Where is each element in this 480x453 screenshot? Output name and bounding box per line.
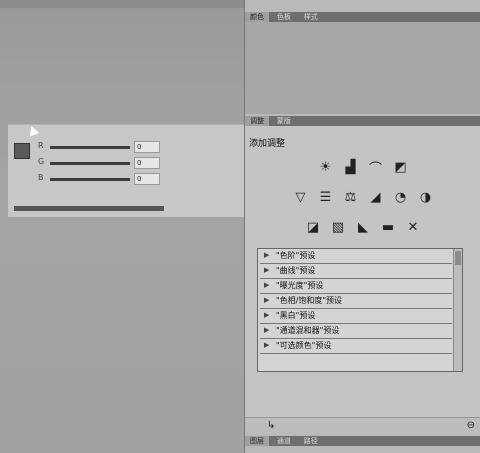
preset-scrollbar[interactable] xyxy=(453,249,462,371)
tab-masks[interactable]: 蒙版 xyxy=(272,116,296,126)
tab-adjustments[interactable]: 调整 xyxy=(245,116,269,126)
slider-b[interactable]: B 0 xyxy=(38,173,160,185)
color-balance-icon[interactable]: ⚖ xyxy=(342,190,359,205)
curves-icon[interactable]: ⌒ xyxy=(367,160,384,177)
preset-item-exposure[interactable]: ▶ "曝光度"预设 xyxy=(260,279,452,294)
vibrance-icon[interactable]: ▽ xyxy=(292,190,309,205)
threshold-icon[interactable]: ◣ xyxy=(355,220,372,235)
tab-styles[interactable]: 样式 xyxy=(299,12,323,22)
return-to-list-icon[interactable]: ↳ xyxy=(267,420,275,431)
slider-g[interactable]: G 0 xyxy=(38,157,160,169)
preset-item-curves[interactable]: ▶ "曲线"预设 xyxy=(260,264,452,279)
preset-label: "通道混和器"预设 xyxy=(276,326,340,335)
preset-label: "色阶"预设 xyxy=(276,251,316,260)
expand-arrow-icon[interactable]: ▶ xyxy=(264,341,269,349)
preset-label: "曲线"预设 xyxy=(276,266,316,275)
preset-item-levels[interactable]: ▶ "色阶"预设 xyxy=(260,249,452,264)
top-panel-tabbar: 颜色 色板 样式 xyxy=(245,12,480,22)
invert-icon[interactable]: ◪ xyxy=(305,220,322,235)
slider-r-track[interactable] xyxy=(50,146,130,149)
delete-icon[interactable]: ⊖ xyxy=(467,420,475,431)
selective-color-icon[interactable]: ✕ xyxy=(405,220,422,235)
expand-arrow-icon[interactable]: ▶ xyxy=(264,296,269,304)
workspace-canvas: R 0 G 0 B 0 xyxy=(0,0,244,453)
tab-paths[interactable]: 路径 xyxy=(299,436,323,446)
right-panel-column: 颜色 色板 样式 调整 蒙版 添加调整 ☀ ▟ ⌒ ◩ ▽ ☰ ⚖ ◢ ◔ ◑ … xyxy=(244,0,480,453)
channel-mixer-icon[interactable]: ◑ xyxy=(417,190,434,205)
color-panel: R 0 G 0 B 0 xyxy=(8,124,244,217)
exposure-icon[interactable]: ◩ xyxy=(392,160,409,175)
posterize-icon[interactable]: ▧ xyxy=(330,220,347,235)
hue-saturation-icon[interactable]: ☰ xyxy=(317,190,334,205)
adjustments-title: 添加调整 xyxy=(249,139,286,149)
slider-r[interactable]: R 0 xyxy=(38,141,160,153)
black-white-icon[interactable]: ◢ xyxy=(367,190,384,205)
expand-arrow-icon[interactable]: ▶ xyxy=(264,281,269,289)
photo-filter-icon[interactable]: ◔ xyxy=(392,190,409,205)
preset-item-black-white[interactable]: ▶ "黑白"预设 xyxy=(260,309,452,324)
expand-arrow-icon[interactable]: ▶ xyxy=(264,326,269,334)
preset-list: ▶ "色阶"预设 ▶ "曲线"预设 ▶ "曝光度"预设 ▶ "色相/饱和度"预设… xyxy=(257,248,463,372)
expand-arrow-icon[interactable]: ▶ xyxy=(264,311,269,319)
adjustments-tabbar: 调整 蒙版 xyxy=(245,116,480,126)
adjustment-icon-row-1: ☀ ▟ ⌒ ◩ xyxy=(245,160,480,177)
preset-item-channel-mixer[interactable]: ▶ "通道混和器"预设 xyxy=(260,324,452,339)
slider-r-value[interactable]: 0 xyxy=(134,141,160,153)
adjustments-panel: 添加调整 ☀ ▟ ⌒ ◩ ▽ ☰ ⚖ ◢ ◔ ◑ ◪ ▧ ◣ ▬ ✕ ▶ "色阶… xyxy=(245,126,480,434)
levels-icon[interactable]: ▟ xyxy=(342,160,359,175)
top-panel-body xyxy=(245,22,480,114)
brightness-contrast-icon[interactable]: ☀ xyxy=(317,160,334,175)
gradient-map-icon[interactable]: ▬ xyxy=(380,220,397,235)
expand-arrow-icon[interactable]: ▶ xyxy=(264,266,269,274)
scrollbar-thumb[interactable] xyxy=(455,251,461,265)
slider-g-track[interactable] xyxy=(50,162,130,165)
slider-b-label: B xyxy=(38,173,44,182)
color-spectrum-bar[interactable] xyxy=(14,206,164,211)
preset-label: "色相/饱和度"预设 xyxy=(276,296,343,305)
preset-item-selective-color[interactable]: ▶ "可选颜色"预设 xyxy=(260,339,452,354)
slider-g-label: G xyxy=(38,157,45,166)
slider-g-value[interactable]: 0 xyxy=(134,157,160,169)
slider-b-value[interactable]: 0 xyxy=(134,173,160,185)
adjustments-footer: ↳ ⊖ xyxy=(245,417,480,434)
tab-swatches[interactable]: 色板 xyxy=(272,12,296,22)
preset-item-hue-saturation[interactable]: ▶ "色相/饱和度"预设 xyxy=(260,294,452,309)
preset-label: "黑白"预设 xyxy=(276,311,316,320)
adjustment-icon-row-2: ▽ ☰ ⚖ ◢ ◔ ◑ xyxy=(245,190,480,205)
tab-color[interactable]: 颜色 xyxy=(245,12,269,22)
tab-layers[interactable]: 图层 xyxy=(245,436,269,446)
bottom-panel-tabbar: 图层 通道 路径 xyxy=(245,436,480,446)
slider-r-label: R xyxy=(38,141,44,150)
tab-channels[interactable]: 通道 xyxy=(272,436,296,446)
preset-label: "曝光度"预设 xyxy=(276,281,324,290)
slider-b-track[interactable] xyxy=(50,178,130,181)
preset-label: "可选颜色"预设 xyxy=(276,341,332,350)
workspace-top-strip xyxy=(0,0,244,8)
adjustment-icon-row-3: ◪ ▧ ◣ ▬ ✕ xyxy=(245,220,480,235)
foreground-color-swatch[interactable] xyxy=(14,143,30,159)
expand-arrow-icon[interactable]: ▶ xyxy=(264,251,269,259)
